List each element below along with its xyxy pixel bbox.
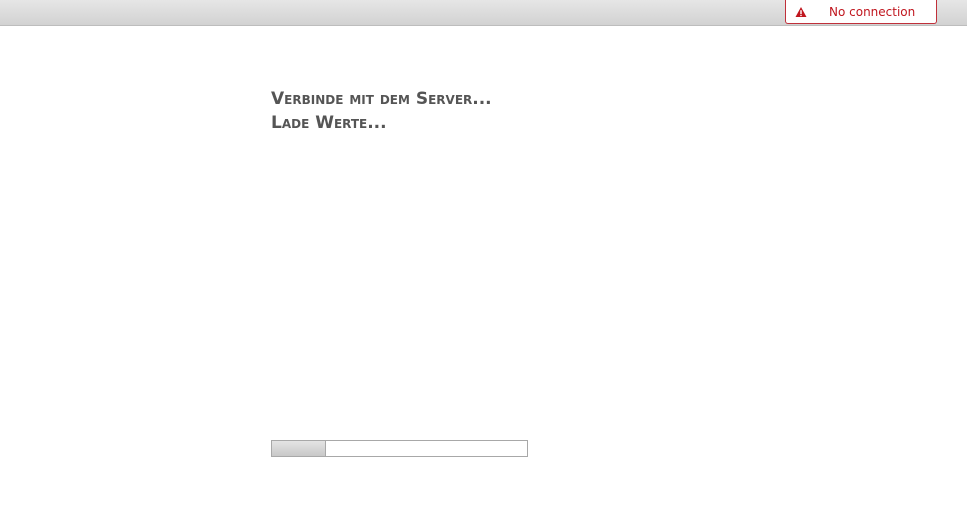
status-line-loading: Lade Werte... [271,113,387,133]
loading-status: Verbinde mit dem Server... Lade Werte... [271,87,492,135]
progress-bar [271,440,528,457]
connection-status-text: No connection [829,5,916,19]
progress-bar-fill [272,441,326,456]
status-line-connecting: Verbinde mit dem Server... [271,89,492,109]
warning-icon [795,7,807,17]
top-bar: No connection [0,0,967,26]
connection-status-badge: No connection [785,0,937,24]
